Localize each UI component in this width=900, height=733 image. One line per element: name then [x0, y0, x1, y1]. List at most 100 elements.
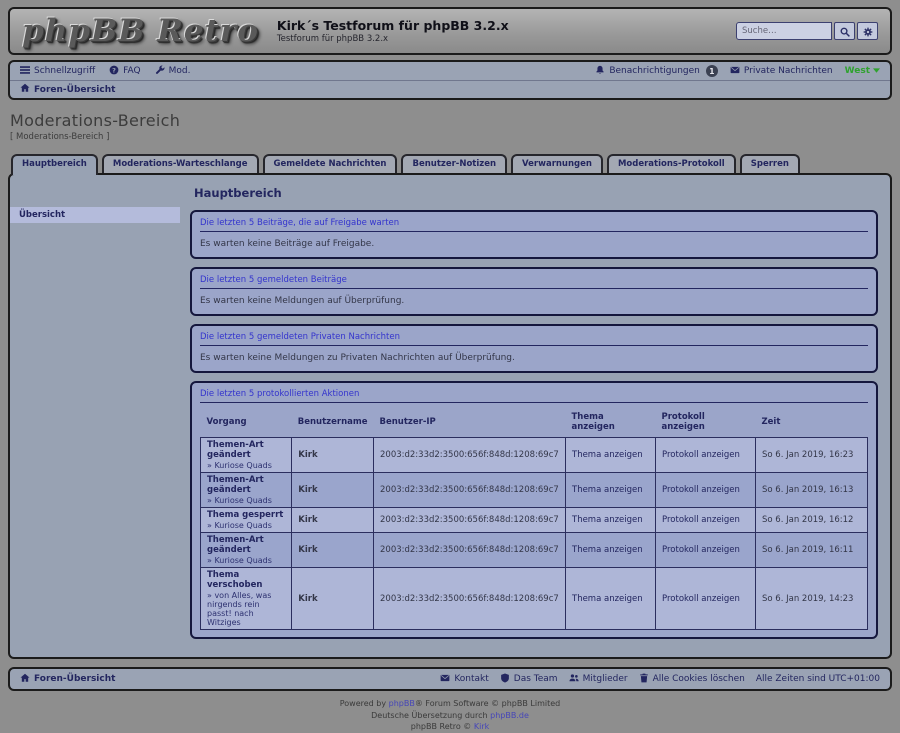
delete-cookies-link[interactable]: Alle Cookies löschen [639, 673, 745, 686]
faq-link[interactable]: ? FAQ [109, 65, 140, 78]
phpbb-link[interactable]: phpBB [389, 699, 415, 708]
search-input[interactable] [736, 22, 832, 40]
copyright-line3: phpBB Retro © Kirk [8, 721, 892, 733]
home-icon [20, 83, 30, 96]
username-label: West [845, 66, 870, 76]
members-link[interactable]: Mitglieder [569, 673, 628, 686]
timezone-text: Alle Zeiten sind UTC+01:00 [756, 674, 880, 684]
search-button[interactable] [834, 22, 855, 40]
log-action-detail: » Kuriose Quads [207, 496, 285, 505]
team-link[interactable]: Das Team [500, 673, 558, 686]
tab-hauptbereich[interactable]: Hauptbereich [11, 154, 98, 175]
view-topic-link[interactable]: Thema anzeigen [572, 594, 643, 604]
navbar: Schnellzugriff ? FAQ Mod. Benachrichtigu… [8, 60, 892, 100]
private-messages-link[interactable]: Private Nachrichten [730, 65, 833, 78]
phpbb-de-link[interactable]: phpBB.de [490, 711, 529, 720]
envelope-icon [730, 65, 740, 78]
log-time: So 6. Jan 2019, 16:11 [756, 533, 868, 568]
view-topic-link[interactable]: Thema anzeigen [572, 485, 643, 495]
copyright-line1: Powered by phpBB® Forum Software © phpBB… [8, 698, 892, 710]
users-icon [569, 673, 579, 686]
view-log-link[interactable]: Protokoll anzeigen [662, 485, 740, 495]
bell-icon [595, 65, 605, 78]
log-ip: 2003:d2:33d2:3500:656f:848d:1208:69c7 [374, 533, 566, 568]
footer-board-index[interactable]: Foren-Übersicht [20, 673, 115, 686]
tab-moderations-warteschlange[interactable]: Moderations-Warteschlange [102, 154, 259, 173]
log-user-link[interactable]: Kirk [292, 568, 374, 630]
table-row: Themen-Art geändert» Kuriose Quads Kirk … [201, 473, 868, 508]
trash-icon [639, 673, 649, 686]
mcp-sidebar: Übersicht [10, 175, 180, 657]
panel-logged-actions: Die letzten 5 protokollierten Aktionen V… [190, 381, 878, 639]
log-action-detail: » Kuriose Quads [207, 461, 285, 470]
page-title: Moderations-Bereich [10, 111, 890, 130]
col-thema-anzeigen: Thema anzeigen [566, 408, 656, 438]
page-head: Moderations-Bereich [ Moderations-Bereic… [8, 100, 892, 142]
mcp-main: Hauptbereich Die letzten 5 Beiträge, die… [180, 175, 890, 657]
gear-icon [863, 22, 873, 41]
log-time: So 6. Jan 2019, 16:13 [756, 473, 868, 508]
notifications-badge: 1 [706, 65, 718, 77]
site-titles: Kirk´s Testforum für phpBB 3.2.x Testfor… [277, 18, 509, 44]
log-action-detail: » Kuriose Quads [207, 521, 285, 530]
log-action-detail: » Kuriose Quads [207, 556, 285, 565]
footer-bar: Foren-Übersicht Kontakt Das Team Mitglie… [8, 667, 892, 691]
quick-links-label: Schnellzugriff [34, 66, 95, 76]
log-action: Themen-Art geändert [207, 535, 285, 555]
mod-link[interactable]: Mod. [155, 65, 191, 78]
log-time: So 6. Jan 2019, 16:12 [756, 508, 868, 533]
sidebar-item-uebersicht[interactable]: Übersicht [10, 207, 180, 223]
site-logo[interactable]: phpBB Retro [22, 13, 259, 49]
log-user-link[interactable]: Kirk [292, 533, 374, 568]
view-topic-link[interactable]: Thema anzeigen [572, 450, 643, 460]
view-topic-link[interactable]: Thema anzeigen [572, 515, 643, 525]
breadcrumb-board-index[interactable]: Foren-Übersicht [20, 83, 115, 96]
table-row: Thema gesperrt» Kuriose Quads Kirk 2003:… [201, 508, 868, 533]
copyright-line2-prefix: Deutsche Übersetzung durch [371, 711, 490, 720]
quick-links[interactable]: Schnellzugriff [20, 65, 95, 78]
log-action: Themen-Art geändert [207, 475, 285, 495]
panel-reported-posts: Die letzten 5 gemeldeten Beiträge Es war… [190, 267, 878, 316]
panel-reported-pms: Die letzten 5 gemeldeten Privaten Nachri… [190, 324, 878, 373]
panel-logged-actions-title[interactable]: Die letzten 5 protokollierten Aktionen [200, 387, 868, 403]
log-time: So 6. Jan 2019, 16:23 [756, 438, 868, 473]
team-label: Das Team [514, 674, 558, 684]
panel-reported-pms-title[interactable]: Die letzten 5 gemeldeten Privaten Nachri… [200, 330, 868, 346]
col-benutzer-ip: Benutzer-IP [374, 408, 566, 438]
menu-icon [20, 65, 30, 78]
tab-sperren[interactable]: Sperren [740, 154, 800, 173]
private-messages-label: Private Nachrichten [744, 66, 833, 76]
notifications-link[interactable]: Benachrichtigungen 1 [595, 65, 718, 78]
site-description: Testforum für phpBB 3.2.x [277, 34, 509, 44]
view-log-link[interactable]: Protokoll anzeigen [662, 515, 740, 525]
col-protokoll-anzeigen: Protokoll anzeigen [656, 408, 756, 438]
tab-verwarnungen[interactable]: Verwarnungen [511, 154, 603, 173]
log-action: Thema verschoben [207, 570, 285, 590]
tab-benutzer-notizen[interactable]: Benutzer-Notizen [401, 154, 507, 173]
panel-reported-posts-title[interactable]: Die letzten 5 gemeldeten Beiträge [200, 273, 868, 289]
view-log-link[interactable]: Protokoll anzeigen [662, 545, 740, 555]
panel-approval-title[interactable]: Die letzten 5 Beiträge, die auf Freigabe… [200, 216, 868, 232]
mod-label: Mod. [169, 66, 191, 76]
view-log-link[interactable]: Protokoll anzeigen [662, 450, 740, 460]
log-user-link[interactable]: Kirk [292, 473, 374, 508]
col-vorgang: Vorgang [201, 408, 292, 438]
contact-link[interactable]: Kontakt [440, 673, 488, 686]
kirk-link[interactable]: Kirk [474, 722, 489, 731]
log-table: Vorgang Benutzername Benutzer-IP Thema a… [200, 408, 868, 630]
user-menu[interactable]: West [845, 66, 880, 76]
view-log-link[interactable]: Protokoll anzeigen [662, 594, 740, 604]
navbar-right: Benachrichtigungen 1 Private Nachrichten… [595, 65, 880, 78]
shield-icon [500, 673, 510, 686]
tab-moderations-protokoll[interactable]: Moderations-Protokoll [607, 154, 736, 173]
search-box [736, 22, 878, 40]
log-user-link[interactable]: Kirk [292, 438, 374, 473]
site-header: phpBB Retro Kirk´s Testforum für phpBB 3… [8, 7, 892, 55]
site-title[interactable]: Kirk´s Testforum für phpBB 3.2.x [277, 18, 509, 33]
log-table-header-row: Vorgang Benutzername Benutzer-IP Thema a… [201, 408, 868, 438]
log-action-detail: » von Alles, was nirgends rein passt! na… [207, 591, 285, 627]
log-user-link[interactable]: Kirk [292, 508, 374, 533]
tab-gemeldete-nachrichten[interactable]: Gemeldete Nachrichten [263, 154, 398, 173]
advanced-search-button[interactable] [857, 22, 878, 40]
view-topic-link[interactable]: Thema anzeigen [572, 545, 643, 555]
